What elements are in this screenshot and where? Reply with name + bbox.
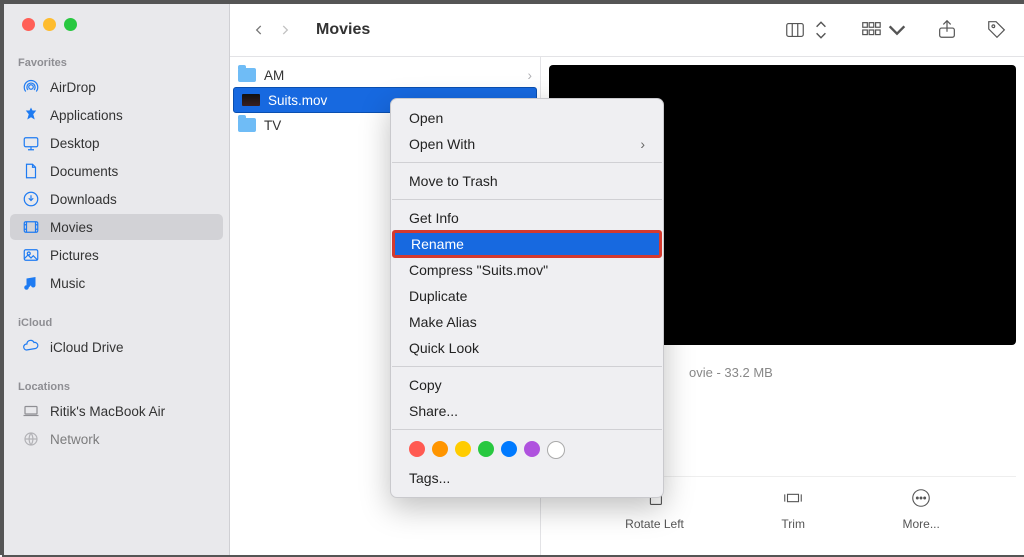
download-icon [22, 190, 40, 208]
sidebar-item-macbook[interactable]: Ritik's MacBook Air [10, 398, 223, 424]
ctx-make-alias[interactable]: Make Alias [391, 309, 663, 335]
tags-button[interactable] [986, 18, 1008, 43]
action-more[interactable]: More... [903, 487, 940, 531]
separator [392, 366, 662, 367]
action-label: Trim [781, 517, 805, 531]
action-trim[interactable]: Trim [780, 487, 806, 531]
folder-icon [238, 117, 256, 133]
sidebar-section-icloud: iCloud [4, 313, 229, 333]
sidebar-item-icloud-drive[interactable]: iCloud Drive [10, 334, 223, 360]
movie-file-icon [242, 92, 260, 108]
tag-orange[interactable] [432, 441, 448, 457]
action-label: More... [903, 517, 940, 531]
forward-button[interactable] [272, 16, 298, 44]
sidebar-item-label: Applications [50, 108, 123, 123]
sidebar-item-applications[interactable]: Applications [10, 102, 223, 128]
sidebar-section-favorites: Favorites [4, 53, 229, 73]
ctx-quick-look[interactable]: Quick Look [391, 335, 663, 361]
ctx-duplicate[interactable]: Duplicate [391, 283, 663, 309]
ctx-get-info[interactable]: Get Info [391, 205, 663, 231]
ctx-open[interactable]: Open [391, 105, 663, 131]
globe-icon [22, 430, 40, 448]
tag-none[interactable] [547, 441, 565, 459]
sidebar-item-desktop[interactable]: Desktop [10, 130, 223, 156]
ctx-copy[interactable]: Copy [391, 372, 663, 398]
tag-red[interactable] [409, 441, 425, 457]
chevron-right-icon: › [640, 136, 645, 152]
finder-sidebar: Favorites AirDrop Applications Desktop D… [4, 4, 230, 555]
sidebar-item-label: Documents [50, 164, 118, 179]
sidebar-item-pictures[interactable]: Pictures [10, 242, 223, 268]
list-item-label: Suits.mov [268, 93, 327, 108]
tag-purple[interactable] [524, 441, 540, 457]
sidebar-item-label: AirDrop [50, 80, 96, 95]
list-item-folder[interactable]: AM › [230, 63, 540, 87]
folder-icon [238, 67, 256, 83]
sidebar-item-airdrop[interactable]: AirDrop [10, 74, 223, 100]
sidebar-item-label: iCloud Drive [50, 340, 124, 355]
pictures-icon [22, 246, 40, 264]
airdrop-icon [22, 78, 40, 96]
list-item-label: TV [264, 118, 281, 133]
sidebar-section-locations: Locations [4, 377, 229, 397]
desktop-icon [22, 134, 40, 152]
sidebar-item-label: Desktop [50, 136, 100, 151]
tag-blue[interactable] [501, 441, 517, 457]
ctx-tag-colors [391, 435, 663, 465]
share-button[interactable] [936, 18, 958, 43]
separator [392, 429, 662, 430]
ctx-share[interactable]: Share... [391, 398, 663, 424]
sidebar-item-movies[interactable]: Movies [10, 214, 223, 240]
separator [392, 162, 662, 163]
action-label: Rotate Left [625, 517, 684, 531]
cloud-icon [22, 338, 40, 356]
close-button[interactable] [22, 18, 35, 31]
sidebar-item-label: Downloads [50, 192, 117, 207]
zoom-button[interactable] [64, 18, 77, 31]
sidebar-item-music[interactable]: Music [10, 270, 223, 296]
ctx-open-with[interactable]: Open With› [391, 131, 663, 157]
separator [392, 199, 662, 200]
sidebar-item-label: Ritik's MacBook Air [50, 404, 165, 419]
column-view-button[interactable] [784, 19, 832, 41]
laptop-icon [22, 402, 40, 420]
sidebar-item-label: Pictures [50, 248, 99, 263]
window-traffic-lights [4, 18, 229, 31]
context-menu: Open Open With› Move to Trash Get Info R… [390, 98, 664, 498]
group-by-button[interactable] [860, 19, 908, 41]
minimize-button[interactable] [43, 18, 56, 31]
sidebar-item-label: Music [50, 276, 85, 291]
list-item-label: AM [264, 68, 284, 83]
ctx-tags[interactable]: Tags... [391, 465, 663, 491]
tag-green[interactable] [478, 441, 494, 457]
chevron-right-icon: › [528, 68, 533, 83]
sidebar-item-documents[interactable]: Documents [10, 158, 223, 184]
movies-icon [22, 218, 40, 236]
ctx-compress[interactable]: Compress "Suits.mov" [391, 257, 663, 283]
window-title: Movies [316, 21, 370, 39]
ctx-rename[interactable]: Rename [393, 231, 661, 257]
toolbar: Movies [230, 4, 1024, 57]
sidebar-item-label: Movies [50, 220, 93, 235]
apps-icon [22, 106, 40, 124]
back-button[interactable] [246, 16, 272, 44]
sidebar-item-label: Network [50, 432, 100, 447]
tag-yellow[interactable] [455, 441, 471, 457]
music-icon [22, 274, 40, 292]
sidebar-item-downloads[interactable]: Downloads [10, 186, 223, 212]
sidebar-item-network[interactable]: Network [10, 426, 223, 452]
doc-icon [22, 162, 40, 180]
ctx-move-to-trash[interactable]: Move to Trash [391, 168, 663, 194]
